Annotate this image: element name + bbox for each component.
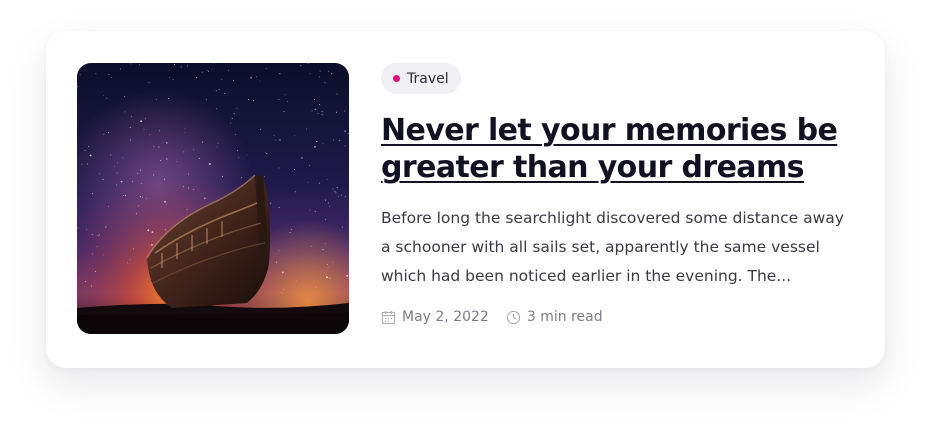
post-meta: May 2, 2022 3 min read [381,309,861,325]
post-read-time-text: 3 min read [526,309,603,325]
post-excerpt: Before long the searchlight discovered s… [381,209,844,285]
post-read-time: 3 min read [506,309,603,325]
category-dot-icon [393,75,400,82]
night-boat-image [77,63,349,334]
post-date: May 2, 2022 [381,309,489,325]
calendar-icon [381,310,396,324]
post-title[interactable]: Never let your memories be greater than … [381,112,861,186]
category-tag[interactable]: Travel [381,63,461,94]
post-content: Travel Never let your memories be greate… [381,63,861,325]
post-card: Travel Never let your memories be greate… [46,31,885,368]
post-date-text: May 2, 2022 [402,309,489,325]
post-thumbnail[interactable] [77,63,349,334]
category-label: Travel [407,70,449,87]
clock-icon [506,310,520,324]
